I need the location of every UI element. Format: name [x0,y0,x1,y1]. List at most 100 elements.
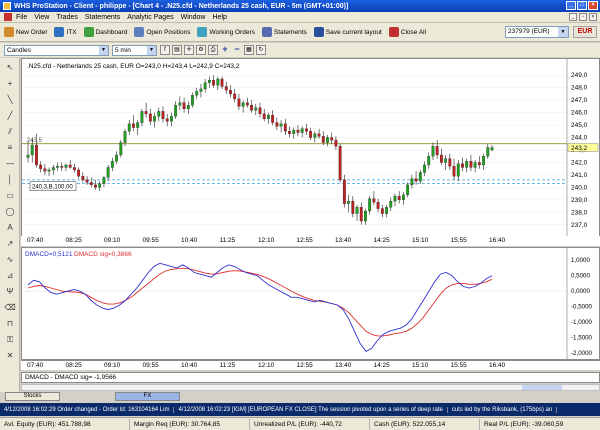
candle [334,139,338,147]
minimize-button[interactable]: _ [566,1,576,10]
lock-tool-icon[interactable]: ⚿ [4,334,16,346]
refresh-icon[interactable]: ↻ [256,45,266,55]
mdi-minimize-button[interactable]: _ [569,13,577,21]
gann-tool-icon[interactable]: ⊿ [4,270,16,282]
news-ticker: 4/12/2008 16:02:29 Order changed - Order… [0,403,600,416]
macd-series-line [27,262,493,352]
menu-view[interactable]: View [34,14,49,21]
menu-help[interactable]: Help [213,14,227,21]
time-tick-label: 16:40 [489,362,506,369]
pointer-tool-icon[interactable]: ↖ [4,62,16,74]
crosshair-icon[interactable]: ✛ [184,45,194,55]
delete-drawings-icon[interactable]: ✕ [4,350,16,362]
price-chart[interactable]: 249,0248,0247,0246,0245,0244,0243,0242,0… [22,59,599,237]
zoom-out-icon[interactable]: − [232,45,242,55]
time-tick-label: 08:25 [65,362,82,369]
candle [123,131,127,143]
arrow-tool-icon[interactable]: ↗ [4,238,16,250]
chart-settings-icon[interactable]: ⚙ [196,45,206,55]
close-window-button[interactable]: × [588,1,598,10]
candle [431,146,435,157]
candle [435,146,439,156]
macd-chart[interactable]: 1,0000 0,5000 0,0000 -0,5000 -1,0000 -1,5000 -… [22,248,599,359]
time-tick-label: 12:10 [258,237,275,244]
candle [342,179,346,204]
save-layout-button[interactable]: Save current layout [313,27,382,37]
channel-tool-icon[interactable]: ⫽ [4,126,16,138]
magnet-tool-icon[interactable]: ⊓ [4,318,16,330]
macd-pane[interactable]: 1,0000 0,5000 0,0000 -0,5000 -1,0000 -1,5000 -… [21,247,600,360]
print-icon[interactable]: ⎙ [208,45,218,55]
unrealized-status: Unrealized P/L (EUR): -440,72 [250,418,370,430]
dashboard-button[interactable]: Dashboard [83,27,127,37]
grid-icon[interactable]: ▦ [244,45,254,55]
zoom-in-icon[interactable]: + [220,45,230,55]
candle [127,123,131,132]
text-tool-icon[interactable]: A [4,222,16,234]
candle [245,102,249,106]
ellipse-tool-icon[interactable]: ◯ [4,206,16,218]
save-layout-icon [313,27,324,37]
price-chart-pane[interactable]: 249,0248,0247,0246,0245,0244,0243,0242,0… [21,58,600,242]
time-tick-label: 14:25 [373,237,390,244]
news-item[interactable]: 4/12/2008 16:02:23 [IGM] [EUROPEAN FX CL… [174,406,448,413]
menu-analytic-pages[interactable]: Analytic Pages [127,14,173,21]
chart-type-select[interactable]: Candles ▼ [4,44,109,56]
candle [110,161,114,168]
trendline-tool-icon[interactable]: ╱ [4,110,16,122]
eraser-tool-icon[interactable]: ⌫ [4,302,16,314]
indicator-label: DMACD - DMACD sig= [25,374,93,381]
open-positions-button[interactable]: Open Positions [134,27,190,37]
candle [72,167,76,171]
menu-file[interactable]: File [16,14,27,21]
news-item[interactable]: 4/12/2008 16:02:29 Order changed - Order… [0,406,175,413]
line-tool-icon[interactable]: ╲ [4,94,16,106]
time-tick-label: 15:55 [450,237,467,244]
maximize-button[interactable]: □ [577,1,587,10]
vertical-line-tool-icon[interactable]: │ [4,174,16,186]
fibonacci-tool-icon[interactable]: ≡ [4,142,16,154]
margin-value: 30.764,85 [191,420,220,428]
macd-tick-label: -0,5000 [571,304,593,311]
menu-statements[interactable]: Statements [85,14,120,21]
time-tick-label: 09:10 [104,237,121,244]
toolbar-button-label: New Order [16,28,48,36]
menu-trades[interactable]: Trades [56,14,78,21]
itx-button[interactable]: ITX [54,27,77,37]
candle [165,118,169,122]
account-select[interactable]: 237979 (EUR) ▼ [505,26,569,38]
candle [195,91,199,96]
cycle-tool-icon[interactable]: ∿ [4,254,16,266]
macd-tick-label: -1,0000 [571,319,593,326]
toolbar-button-label: Open Positions [146,28,191,36]
scrollbar-thumb[interactable] [522,385,562,390]
price-tick-label: 239,0 [571,197,588,204]
tab-fx[interactable]: FX [115,392,180,401]
working-orders-button[interactable]: Working Orders [197,27,255,37]
template-icon[interactable]: ▤ [172,45,182,55]
new-order-button[interactable]: New Order [4,27,47,37]
close-all-button[interactable]: Close All [388,27,426,37]
mdi-close-button[interactable]: × [589,13,597,21]
cross-tool-icon[interactable]: + [4,78,16,90]
menu-window[interactable]: Window [181,14,206,21]
candle [229,90,232,95]
rectangle-tool-icon[interactable]: ▭ [4,190,16,202]
indicator-icon[interactable]: f [160,45,170,55]
app-icon [3,2,11,10]
cash-label: Cash (EUR): [374,420,411,428]
horizontal-line-tool-icon[interactable]: ― [4,158,16,170]
statements-button[interactable]: Statements [261,27,307,37]
news-item[interactable]: cuts led by the Riksbank, (175bps) an [448,406,558,413]
candle [77,169,81,177]
candle [326,137,329,143]
pitchfork-tool-icon[interactable]: Ψ [4,286,16,298]
candle [60,166,64,168]
currency-badge[interactable]: EUR [573,26,597,38]
tab-stocks[interactable]: Stocks [5,392,60,401]
real-pl-status: Real P/L (EUR): -39.060,59 [480,419,600,430]
macd-tick-label: 0,0000 [571,288,590,295]
chart-scrollbar[interactable] [21,384,600,391]
mdi-restore-button[interactable]: ▫ [579,13,587,21]
interval-select[interactable]: 5 min ▼ [112,44,157,56]
